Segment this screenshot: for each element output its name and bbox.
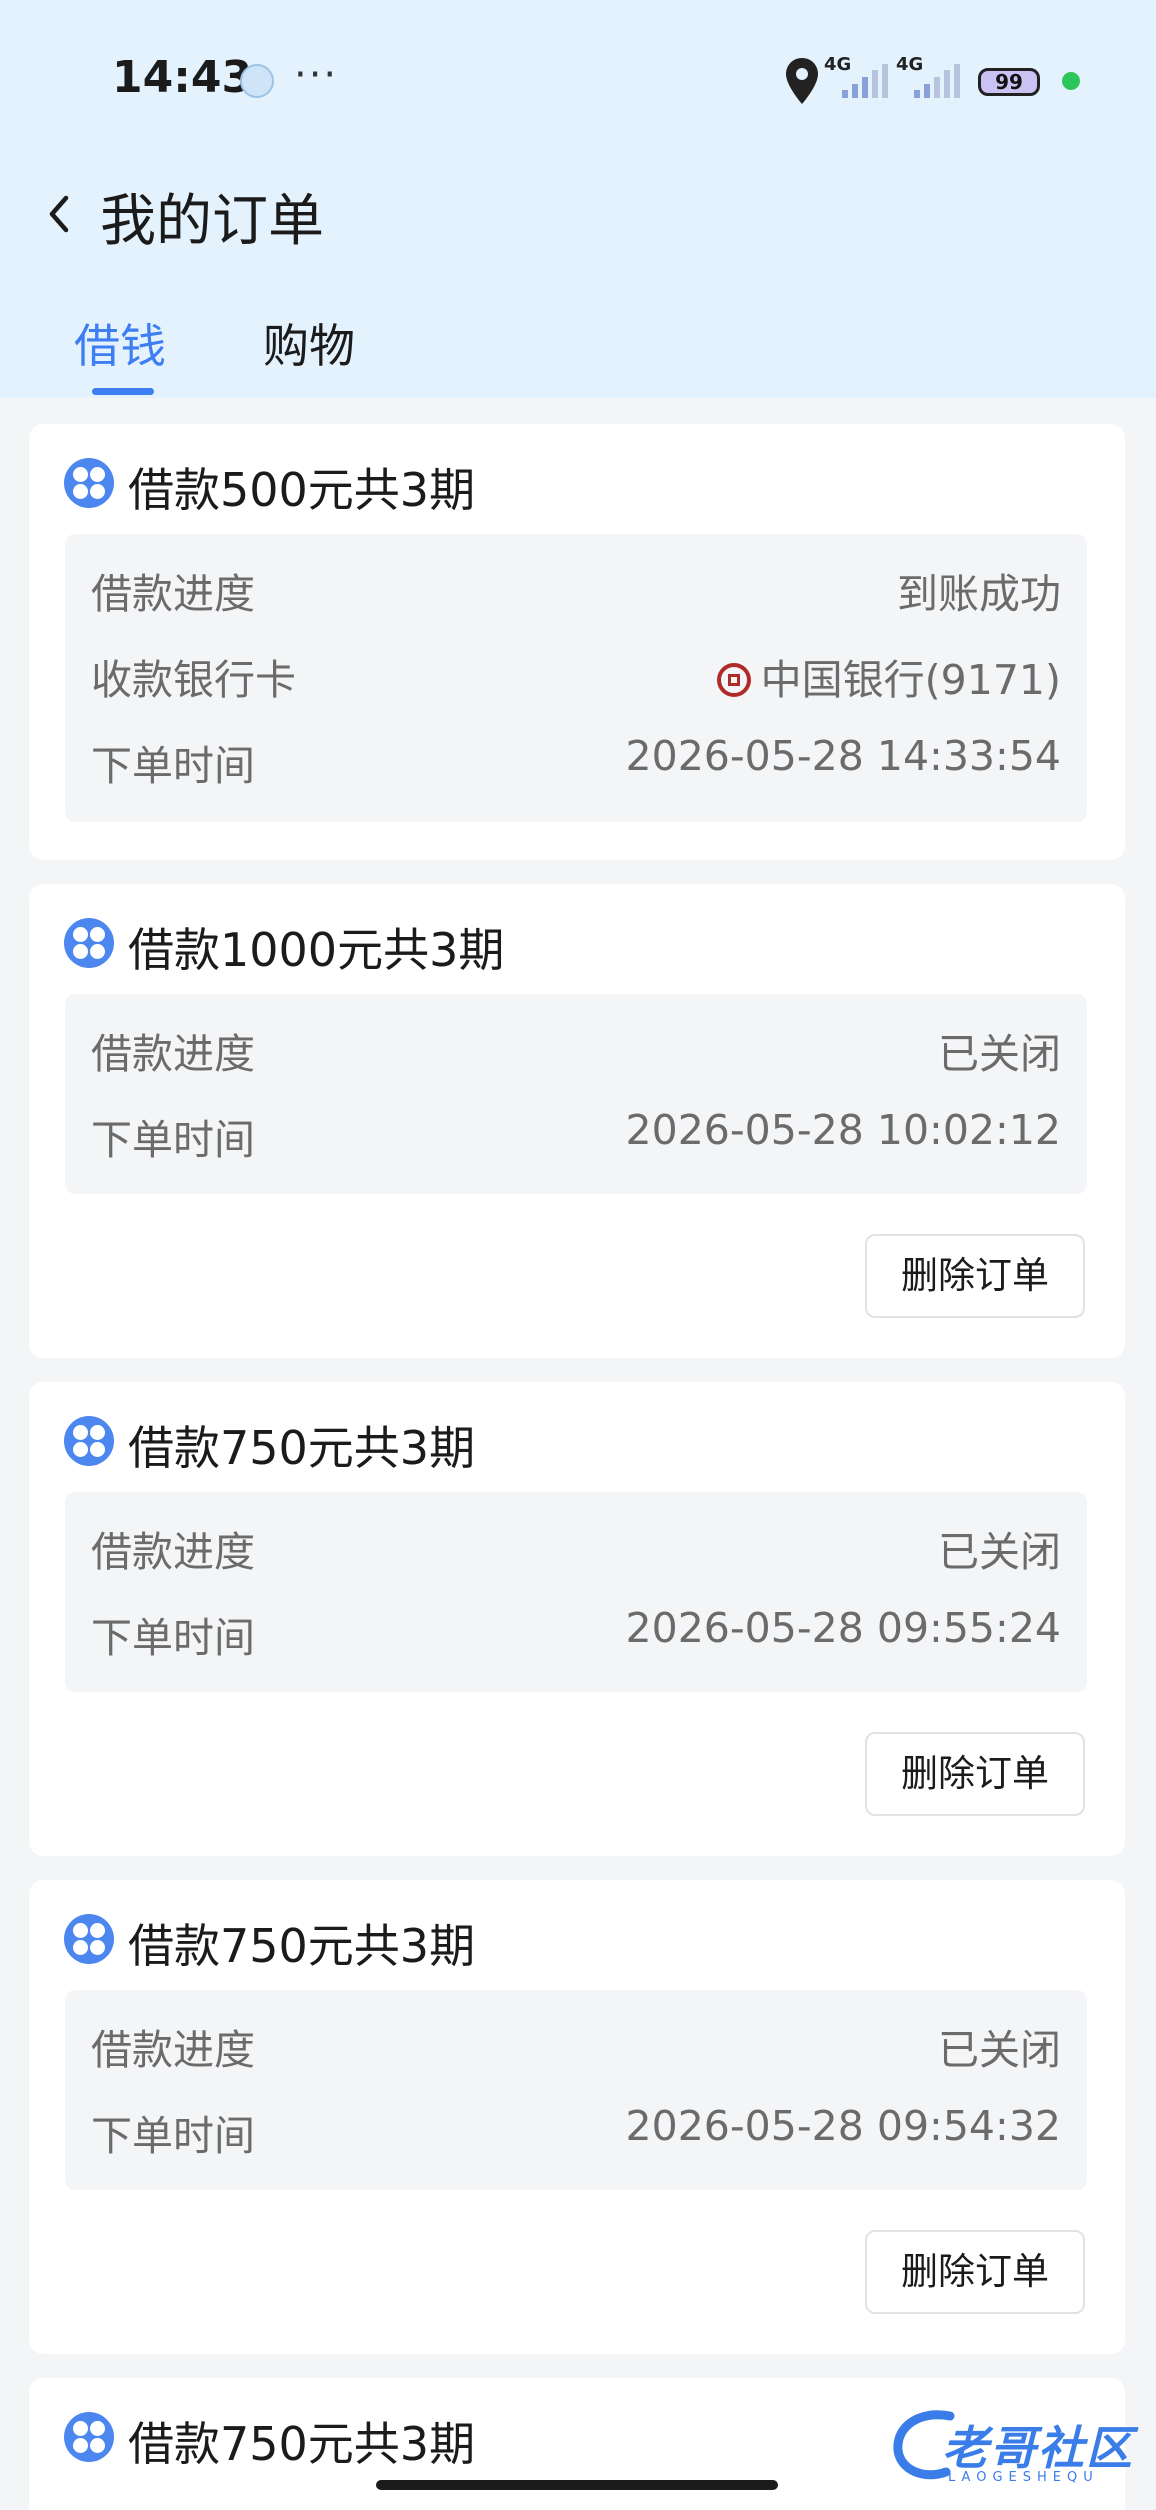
watermark-text: 老哥社区 <box>942 2421 1134 2475</box>
battery-icon: 99 <box>978 68 1040 96</box>
green-dot-indicator <box>1062 72 1080 90</box>
status-time: 14:43 <box>112 52 253 103</box>
detail-row: 借款进度 已关闭 <box>91 1020 1061 1080</box>
loan-clover-icon <box>64 458 114 508</box>
detail-label: 借款进度 <box>91 1030 255 1078</box>
order-title: 借款500元共3期 <box>128 463 476 517</box>
detail-label: 下单时间 <box>91 2112 255 2160</box>
detail-row: 下单时间 2026-05-28 09:55:24 <box>91 1604 1061 1664</box>
order-details: 借款进度 到账成功 收款银行卡 中国银行(9171) 下单时间 2026-05-… <box>65 534 1087 822</box>
tab-loan[interactable]: 借钱 <box>74 310 166 376</box>
order-card[interactable]: 借款750元共3期 借款进度 已关闭 下单时间 2026-05-28 09:55… <box>29 1382 1125 1856</box>
active-tab-indicator <box>92 388 154 395</box>
order-details: 借款进度 已关闭 下单时间 2026-05-28 10:02:12 <box>65 994 1087 1194</box>
detail-label: 借款进度 <box>91 1528 255 1576</box>
order-details: 借款进度 已关闭 下单时间 2026-05-28 09:54:32 <box>65 1990 1087 2190</box>
detail-row: 借款进度 已关闭 <box>91 2016 1061 2076</box>
detail-label: 下单时间 <box>91 1116 255 1164</box>
delete-order-button[interactable]: 删除订单 <box>865 1732 1085 1816</box>
order-title: 借款750元共3期 <box>128 1919 476 1973</box>
order-card[interactable]: 借款1000元共3期 借款进度 已关闭 下单时间 2026-05-28 10:0… <box>29 884 1125 1358</box>
detail-value: 已关闭 <box>938 1528 1061 1576</box>
order-details: 借款进度 已关闭 下单时间 2026-05-28 09:55:24 <box>65 1492 1087 1692</box>
order-title: 借款1000元共3期 <box>128 923 505 977</box>
app-notification-icon <box>240 64 274 98</box>
bank-of-china-icon <box>716 663 751 697</box>
home-indicator[interactable] <box>376 2480 778 2490</box>
detail-row: 借款进度 到账成功 <box>91 560 1061 620</box>
location-icon <box>786 58 818 104</box>
detail-row: 收款银行卡 中国银行(9171) <box>91 646 1061 706</box>
watermark-subtext: LAOGESHEQU <box>948 2470 1099 2485</box>
detail-label: 借款进度 <box>91 2026 255 2074</box>
detail-row: 下单时间 2026-05-28 09:54:32 <box>91 2102 1061 2162</box>
detail-value: 到账成功 <box>897 570 1061 618</box>
detail-value: 2026-05-28 09:55:24 <box>625 1604 1061 1652</box>
chevron-left-icon[interactable] <box>40 184 80 244</box>
order-card[interactable]: 借款500元共3期 借款进度 到账成功 收款银行卡 中国银行(9171) 下单时… <box>29 424 1125 860</box>
detail-value: 2026-05-28 10:02:12 <box>625 1106 1061 1154</box>
loan-clover-icon <box>64 918 114 968</box>
status-bar: 14:43 ··· 4G 4G 99 <box>0 0 1156 160</box>
watermark-logo: 老哥社区 LAOGESHEQU <box>890 2404 1140 2490</box>
detail-value: 2026-05-28 14:33:54 <box>625 732 1061 780</box>
loan-clover-icon <box>64 2412 114 2462</box>
delete-order-button[interactable]: 删除订单 <box>865 2230 1085 2314</box>
detail-label: 下单时间 <box>91 742 255 790</box>
detail-value: 2026-05-28 09:54:32 <box>625 2102 1061 2150</box>
detail-label: 下单时间 <box>91 1614 255 1662</box>
detail-label: 借款进度 <box>91 570 255 618</box>
detail-row: 借款进度 已关闭 <box>91 1518 1061 1578</box>
detail-value: 已关闭 <box>938 1030 1061 1078</box>
tab-shopping[interactable]: 购物 <box>263 310 355 376</box>
detail-row: 下单时间 2026-05-28 14:33:54 <box>91 732 1061 792</box>
order-title: 借款750元共3期 <box>128 1421 476 1475</box>
loan-clover-icon <box>64 1416 114 1466</box>
loan-clover-icon <box>64 1914 114 1964</box>
detail-value-bank: 中国银行(9171) <box>716 646 1061 706</box>
order-title: 借款750元共3期 <box>128 2417 476 2471</box>
delete-order-button[interactable]: 删除订单 <box>865 1234 1085 1318</box>
more-notifications-icon: ··· <box>294 52 339 98</box>
signal-icon: 4G <box>824 54 894 104</box>
signal-icon: 4G <box>896 54 966 104</box>
bank-card-text: 中国银行(9171) <box>760 656 1061 704</box>
detail-value: 已关闭 <box>938 2026 1061 2074</box>
detail-row: 下单时间 2026-05-28 10:02:12 <box>91 1106 1061 1166</box>
order-card[interactable]: 借款750元共3期 借款进度 已关闭 下单时间 2026-05-28 09:54… <box>29 1880 1125 2354</box>
detail-label: 收款银行卡 <box>91 656 296 704</box>
page-title: 我的订单 <box>100 189 324 254</box>
